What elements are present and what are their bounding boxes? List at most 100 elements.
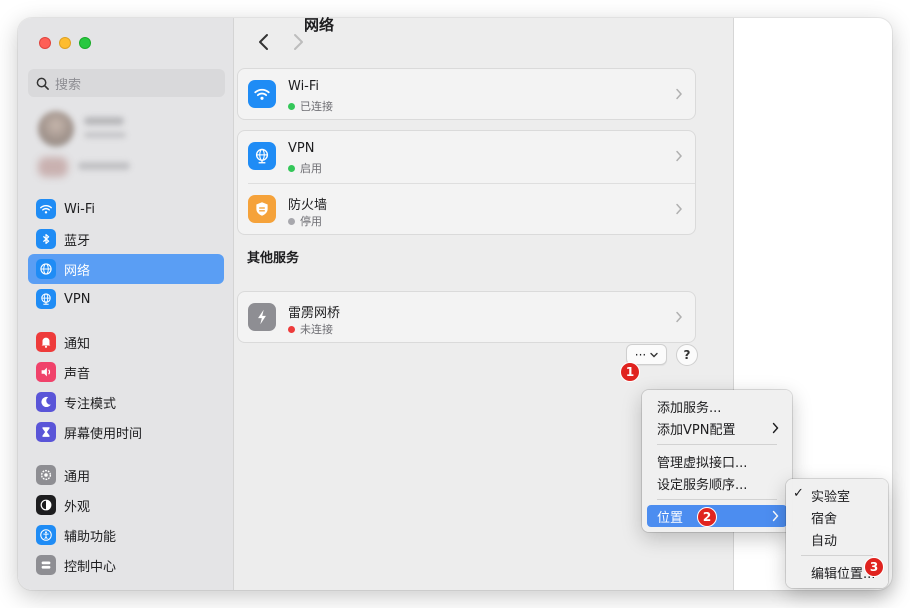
step-badge-1: 1: [620, 362, 640, 382]
sidebar-item-focus[interactable]: 专注模式: [28, 387, 224, 417]
sidebar-item-bluetooth[interactable]: 蓝牙: [28, 224, 224, 254]
status-dot: [288, 217, 295, 225]
back-arrow-icon[interactable]: [256, 33, 272, 51]
wifi-icon: [248, 80, 276, 108]
chevron-right-icon: [676, 311, 683, 323]
service-title: 防火墙: [288, 198, 328, 213]
sidebar-item-general[interactable]: 通用: [28, 460, 224, 490]
sidebar-item-label: 声音: [64, 366, 91, 382]
wifi-card: Wi-Fi 已连接: [237, 68, 696, 120]
chevron-right-icon: [676, 88, 683, 100]
service-row-thunderbolt[interactable]: 雷雳网桥 未连接: [238, 292, 695, 344]
menu-separator: [657, 499, 777, 500]
menu-separator: [801, 555, 873, 556]
sidebar-item-vpn[interactable]: VPN: [28, 284, 224, 314]
vpn-globe-icon: [248, 142, 276, 170]
sidebar-item-network[interactable]: 网络: [28, 254, 224, 284]
status-text: 停用: [300, 215, 322, 228]
menu-item-service-order[interactable]: 设定服务顺序...: [647, 472, 787, 494]
account-subtitle-blurred: [84, 132, 126, 138]
service-status: 停用: [288, 213, 322, 229]
other-services-card: 雷雳网桥 未连接: [237, 291, 696, 343]
service-row-firewall[interactable]: 防火墙 停用: [238, 184, 695, 236]
sidebar-item-accessibility[interactable]: 辅助功能: [28, 520, 224, 550]
chevron-right-icon: [772, 510, 779, 522]
globe-icon: [36, 259, 56, 279]
sidebar-item-label: 辅助功能: [64, 529, 117, 545]
step-badge-2: 2: [697, 507, 717, 527]
thunderbolt-icon: [248, 303, 276, 331]
appearance-icon: [36, 495, 56, 515]
moon-icon: [36, 392, 56, 412]
close-button[interactable]: [39, 37, 51, 49]
sidebar-item-wifi[interactable]: Wi-Fi: [28, 194, 224, 224]
status-text: 启用: [300, 162, 322, 175]
gear-icon: [36, 465, 56, 485]
service-status: 启用: [288, 160, 322, 176]
page-title: 网络: [304, 16, 335, 34]
service-row-vpn[interactable]: VPN 启用: [238, 131, 695, 183]
accessibility-icon: [36, 525, 56, 545]
menu-item-location-dorm[interactable]: 宿舍: [791, 506, 883, 528]
menu-item-add-service[interactable]: 添加服务...: [647, 395, 787, 417]
sidebar-item-notifications[interactable]: 通知: [28, 327, 224, 357]
security-card: VPN 启用 防火墙 停用: [237, 130, 696, 235]
hourglass-icon: [36, 422, 56, 442]
menu-item-location-lab[interactable]: ✓ 实验室: [791, 484, 883, 506]
menu-item-location-auto[interactable]: 自动: [791, 528, 883, 550]
sidebar-item-label: 通用: [64, 469, 91, 485]
menu-separator: [657, 444, 777, 445]
sidebar: 搜索 Wi-Fi 蓝牙 网络 VPN 通知 声音 专注模式 屏幕使用时间 通用 …: [18, 18, 234, 590]
sidebar-item-screen-time[interactable]: 屏幕使用时间: [28, 417, 224, 447]
bluetooth-icon: [36, 229, 56, 249]
wifi-icon: [36, 199, 56, 219]
menu-item-add-vpn[interactable]: 添加VPN配置: [647, 417, 787, 439]
window-controls: [39, 37, 91, 49]
forward-arrow-icon[interactable]: [290, 33, 306, 51]
chevron-right-icon: [676, 203, 683, 215]
menu-item-location[interactable]: 位置: [647, 505, 787, 527]
help-button[interactable]: ?: [676, 344, 698, 366]
sidebar-item-label: 专注模式: [64, 396, 117, 412]
sidebar-item-label: Wi-Fi: [64, 201, 96, 217]
vpn-globe-icon: [36, 289, 56, 309]
status-text: 已连接: [300, 100, 333, 113]
service-title: VPN: [288, 141, 315, 156]
menu-item-manage-virtual[interactable]: 管理虚拟接口...: [647, 450, 787, 472]
sidebar-item-label: VPN: [64, 291, 91, 307]
menu-item-label: 添加VPN配置: [657, 422, 736, 438]
actions-menu: 添加服务... 添加VPN配置 管理虚拟接口... 设定服务顺序... 位置: [642, 390, 792, 532]
sidebar-item-label: 控制中心: [64, 559, 117, 575]
search-icon: [36, 77, 49, 90]
sidebar-item-control-center[interactable]: 控制中心: [28, 550, 224, 580]
status-dot: [288, 325, 295, 333]
sidebar-item-sound[interactable]: 声音: [28, 357, 224, 387]
chevron-down-icon: [650, 352, 658, 357]
account-name-blurred: [84, 117, 124, 125]
avatar[interactable]: [38, 111, 74, 147]
service-row-wifi[interactable]: Wi-Fi 已连接: [238, 69, 695, 121]
screen: 搜索 Wi-Fi 蓝牙 网络 VPN 通知 声音 专注模式 屏幕使用时间 通用 …: [0, 0, 910, 608]
bell-icon: [36, 332, 56, 352]
search-placeholder: 搜索: [55, 77, 82, 93]
service-status: 已连接: [288, 98, 333, 114]
service-status: 未连接: [288, 321, 333, 337]
menu-item-label: 位置: [657, 510, 684, 526]
more-actions-label: ···: [634, 347, 647, 362]
sidebar-item-label: 外观: [64, 499, 91, 515]
minimize-button[interactable]: [59, 37, 71, 49]
section-title-other-services: 其他服务: [247, 251, 300, 266]
family-label-blurred: [78, 162, 130, 170]
search-field[interactable]: 搜索: [28, 69, 225, 97]
zoom-button[interactable]: [79, 37, 91, 49]
chevron-right-icon: [772, 422, 779, 434]
service-title: 雷雳网桥: [288, 306, 341, 321]
family-icon[interactable]: [38, 157, 68, 177]
sidebar-item-appearance[interactable]: 外观: [28, 490, 224, 520]
checkmark-icon: ✓: [793, 486, 804, 501]
status-text: 未连接: [300, 323, 333, 336]
status-dot: [288, 164, 295, 172]
speaker-icon: [36, 362, 56, 382]
sidebar-item-label: 网络: [64, 263, 91, 279]
chevron-right-icon: [676, 150, 683, 162]
